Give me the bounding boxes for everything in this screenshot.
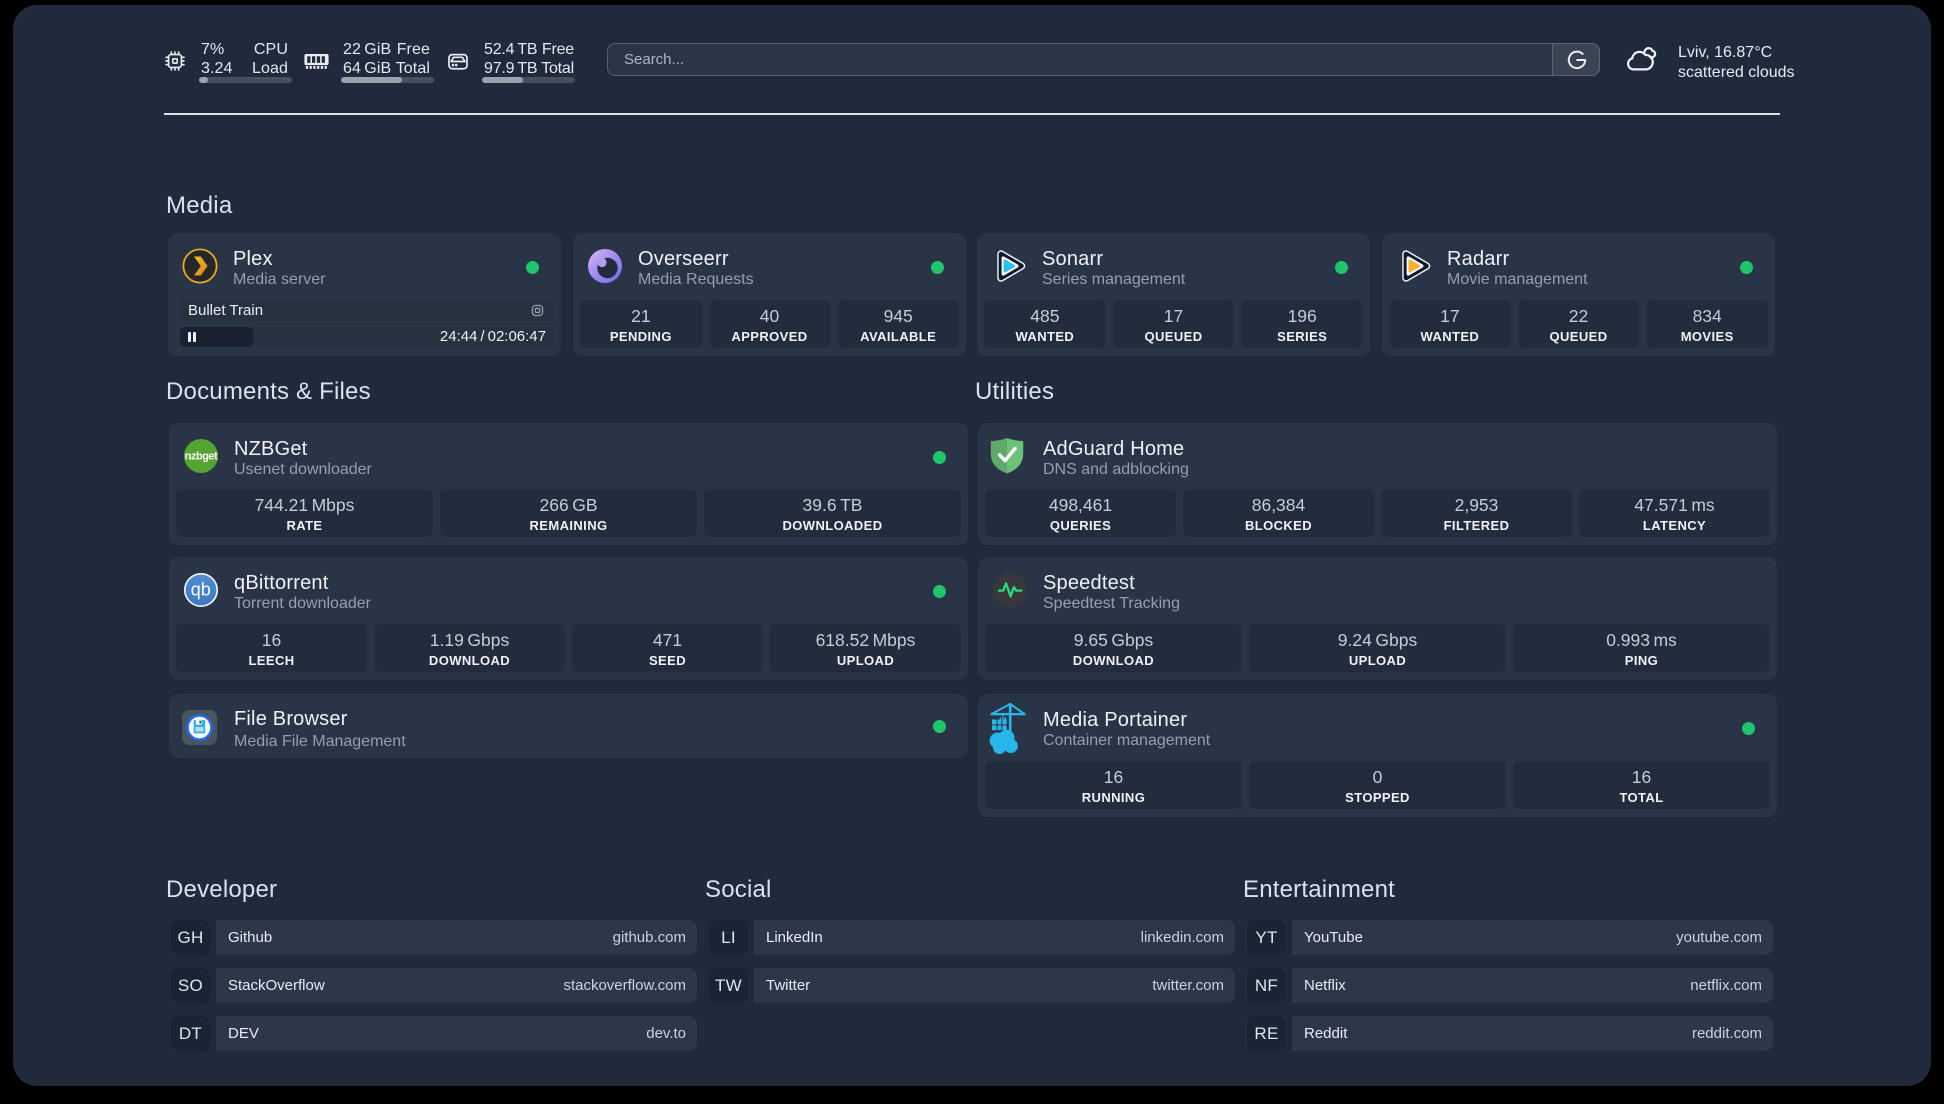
svg-text:nzbget: nzbget xyxy=(185,451,218,463)
svg-text:qb: qb xyxy=(191,580,211,600)
